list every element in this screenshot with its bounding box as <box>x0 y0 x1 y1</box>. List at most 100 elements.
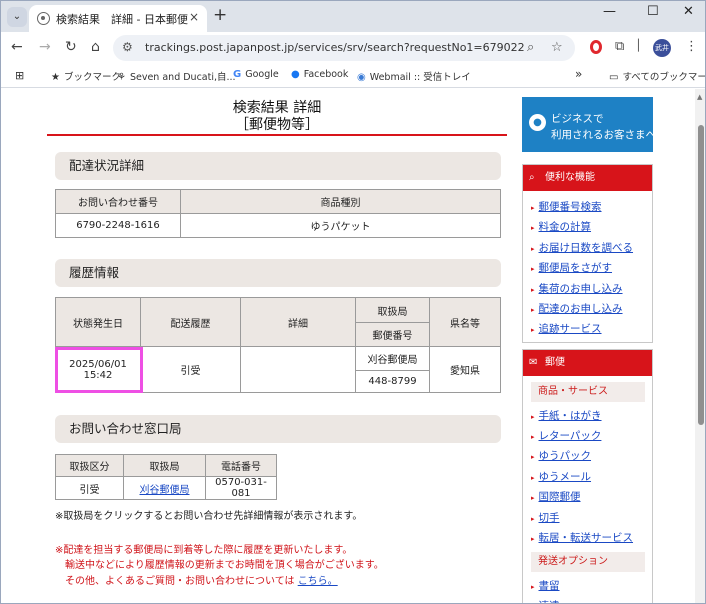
header-handling-type: 取扱区分 <box>55 454 124 477</box>
home-icon[interactable]: ⌂ <box>91 39 100 55</box>
bookmarks-overflow-icon[interactable]: » <box>575 67 582 81</box>
header-delivery-history: 配送履歴 <box>140 297 241 347</box>
facebook-icon: ● <box>291 69 300 80</box>
bullet-icon: ▸ <box>531 326 535 334</box>
bullet-icon: ▸ <box>531 286 535 294</box>
contact-phone: 0570-031-081 <box>205 476 277 500</box>
bookmark-item-seven-ducati[interactable]: ⚘ Seven and Ducati,自... <box>117 69 236 83</box>
bullet-icon: ▸ <box>531 474 535 482</box>
mail-header: ✉ 郵便 <box>523 350 652 376</box>
active-tab[interactable]: 検索結果 詳細 - 日本郵便 × <box>29 5 207 32</box>
sidebar-link-pickup[interactable]: ▸ 集荷のお申し込み <box>531 281 623 296</box>
bullet-icon: ▸ <box>531 245 535 253</box>
contact-office-link[interactable]: 刈谷郵便局 <box>140 485 190 496</box>
folder-icon: ▭ <box>609 72 619 83</box>
browser-menu-icon[interactable]: ⋮ <box>685 39 698 54</box>
sidebar-link-letterpack[interactable]: ▸ レターパック <box>531 428 601 443</box>
note-update-2: 輸送中などにより履歴情報の更新までお時間を頂く場合がございます。 <box>65 560 384 571</box>
business-banner[interactable]: ● ビジネスで 利用されるお客さまへ <box>522 97 656 152</box>
sidebar-link-letters[interactable]: ▸ 手紙・はがき <box>531 408 602 423</box>
sidebar-link-tracking[interactable]: ▸ 追跡サービス <box>531 321 602 336</box>
bullet-icon: ▸ <box>531 306 535 314</box>
note-faq: その他、よくあるご質問・お問い合わせについては こちら。 <box>65 576 338 587</box>
reload-icon[interactable]: ↻ <box>65 39 77 55</box>
bullet-icon: ▸ <box>531 413 535 421</box>
bookmark-star-icon[interactable]: ☆ <box>551 40 563 55</box>
page-subtitle: ［郵便物等］ <box>235 117 319 133</box>
bullet-icon: ▸ <box>531 583 535 591</box>
zoom-icon[interactable]: ⌕ <box>527 40 534 55</box>
tab-favicon-icon <box>37 12 50 25</box>
maximize-button[interactable]: ☐ <box>647 4 659 19</box>
header-status-date: 状態発生日 <box>55 297 141 347</box>
sidebar-link-find-office[interactable]: ▸ 郵便局をさがす <box>531 260 612 275</box>
bullet-icon: ▸ <box>531 494 535 502</box>
sidebar-link-delivery-request[interactable]: ▸ 配達のお申し込み <box>531 301 623 316</box>
tab-search-menu-icon[interactable]: ⌄ <box>7 7 27 27</box>
faq-link[interactable]: こちら。 <box>298 576 338 587</box>
envelope-icon: ✉ <box>529 357 538 368</box>
extensions-icon[interactable]: ⧉ <box>615 39 624 54</box>
bookmarks-bar: ⊞ ★ ブックマーク ⚘ Seven and Ducati,自... G Google… <box>1 64 705 88</box>
back-arrow-icon[interactable]: ← <box>11 39 23 55</box>
close-window-button[interactable]: ✕ <box>683 4 694 19</box>
apps-grid-icon[interactable]: ⊞ <box>15 69 24 82</box>
bookmark-item-google[interactable]: G Google <box>233 69 279 80</box>
all-bookmarks-folder[interactable]: ▭すべてのブックマーク <box>609 69 705 83</box>
page-content: 検索結果 詳細 ［郵便物等］ 配達状況詳細 お問い合わせ番号 商品種別 6790… <box>1 89 695 603</box>
sidebar-link-express[interactable]: ▸速達 <box>531 598 560 603</box>
opera-extension-icon[interactable] <box>590 40 602 54</box>
section-history: 履歴情報 <box>55 259 501 287</box>
header-product-type: 商品種別 <box>180 189 501 214</box>
magnifier-icon: ⌕ <box>529 172 535 183</box>
toolbar-divider-icon: │ <box>635 39 642 52</box>
sidebar-link-registered[interactable]: ▸ 書留 <box>531 578 560 593</box>
browser-window: ⌄ 検索結果 詳細 - 日本郵便 × + — ☐ ✕ ← → ↻ ⌂ ⚙ tra… <box>0 0 706 604</box>
sidebar-link-international[interactable]: ▸ 国際郵便 <box>531 489 581 504</box>
profile-avatar[interactable]: 武井 <box>653 39 671 57</box>
motorcycle-icon: ⚘ <box>117 72 126 83</box>
address-bar[interactable]: ⚙ trackings.post.japanpost.jp/services/s… <box>113 35 575 61</box>
note-click-office: ※取扱局をクリックするとお問い合わせ先詳細情報が表示されます。 <box>55 511 363 522</box>
header-inquiry-number: お問い合わせ番号 <box>55 189 181 214</box>
delivery-history: 引受 <box>140 346 241 393</box>
header-office: 取扱局 <box>355 297 430 323</box>
new-tab-button[interactable]: + <box>213 5 227 25</box>
sidebar-link-postal-search[interactable]: ▸ 郵便番号検索 <box>531 199 602 214</box>
tab-title: 検索結果 詳細 - 日本郵便 <box>56 13 188 26</box>
star-icon: ★ <box>51 72 60 83</box>
scrollbar-thumb[interactable] <box>698 125 704 425</box>
bookmark-item-facebook[interactable]: ● Facebook <box>291 69 348 80</box>
sidebar-link-delivery-days[interactable]: ▸ お届け日数を調べる <box>531 240 633 255</box>
office-name: 刈谷郵便局 <box>355 346 430 371</box>
sidebar-link-forwarding[interactable]: ▸ 転居・転送サービス <box>531 530 633 545</box>
sidebar-link-yupack[interactable]: ▸ ゆうパック <box>531 448 591 463</box>
header-handling-office: 取扱局 <box>123 454 206 477</box>
note-update-1: ※配達を担当する郵便局に到着等した際に履歴を更新いたします。 <box>55 545 353 556</box>
header-phone: 電話番号 <box>205 454 277 477</box>
inquiry-number: 6790-2248-1616 <box>55 213 181 238</box>
prefecture: 愛知県 <box>429 346 501 393</box>
tab-close-icon[interactable]: × <box>189 10 199 24</box>
bookmark-item-bookmarks[interactable]: ★ ブックマーク <box>51 69 121 83</box>
page-scrollbar[interactable]: ▲ <box>695 89 705 603</box>
delivery-table: お問い合わせ番号 商品種別 6790-2248-1616 ゆうパケット <box>55 189 501 238</box>
product-type: ゆうパケット <box>180 213 501 238</box>
minimize-button[interactable]: — <box>603 4 616 19</box>
header-prefecture: 県名等 <box>429 297 501 347</box>
forward-arrow-icon[interactable]: → <box>39 39 51 55</box>
webmail-icon: ◉ <box>357 72 366 83</box>
mail-box: ✉ 郵便 商品・サービス ▸ 手紙・はがき ▸ レターパック ▸ ゆうパック ▸ ゆうメー… <box>522 349 653 603</box>
postal-code: 448-8799 <box>355 370 430 393</box>
sidebar-link-fee-calc[interactable]: ▸ 料金の計算 <box>531 219 591 234</box>
scroll-up-arrow-icon[interactable]: ▲ <box>697 93 702 101</box>
bullet-icon: ▸ <box>531 204 535 212</box>
section-delivery-status: 配達状況詳細 <box>55 152 501 180</box>
options-subheader: 発送オプション <box>531 552 645 572</box>
site-info-icon[interactable]: ⚙ <box>122 40 133 54</box>
sidebar-link-stamps[interactable]: ▸ 切手 <box>531 510 560 525</box>
url-text[interactable]: trackings.post.japanpost.jp/services/srv… <box>145 41 525 54</box>
header-detail: 詳細 <box>240 297 356 347</box>
sidebar-link-yumail[interactable]: ▸ ゆうメール <box>531 469 591 484</box>
bookmark-item-webmail[interactable]: ◉ Webmail :: 受信トレイ <box>357 69 471 83</box>
